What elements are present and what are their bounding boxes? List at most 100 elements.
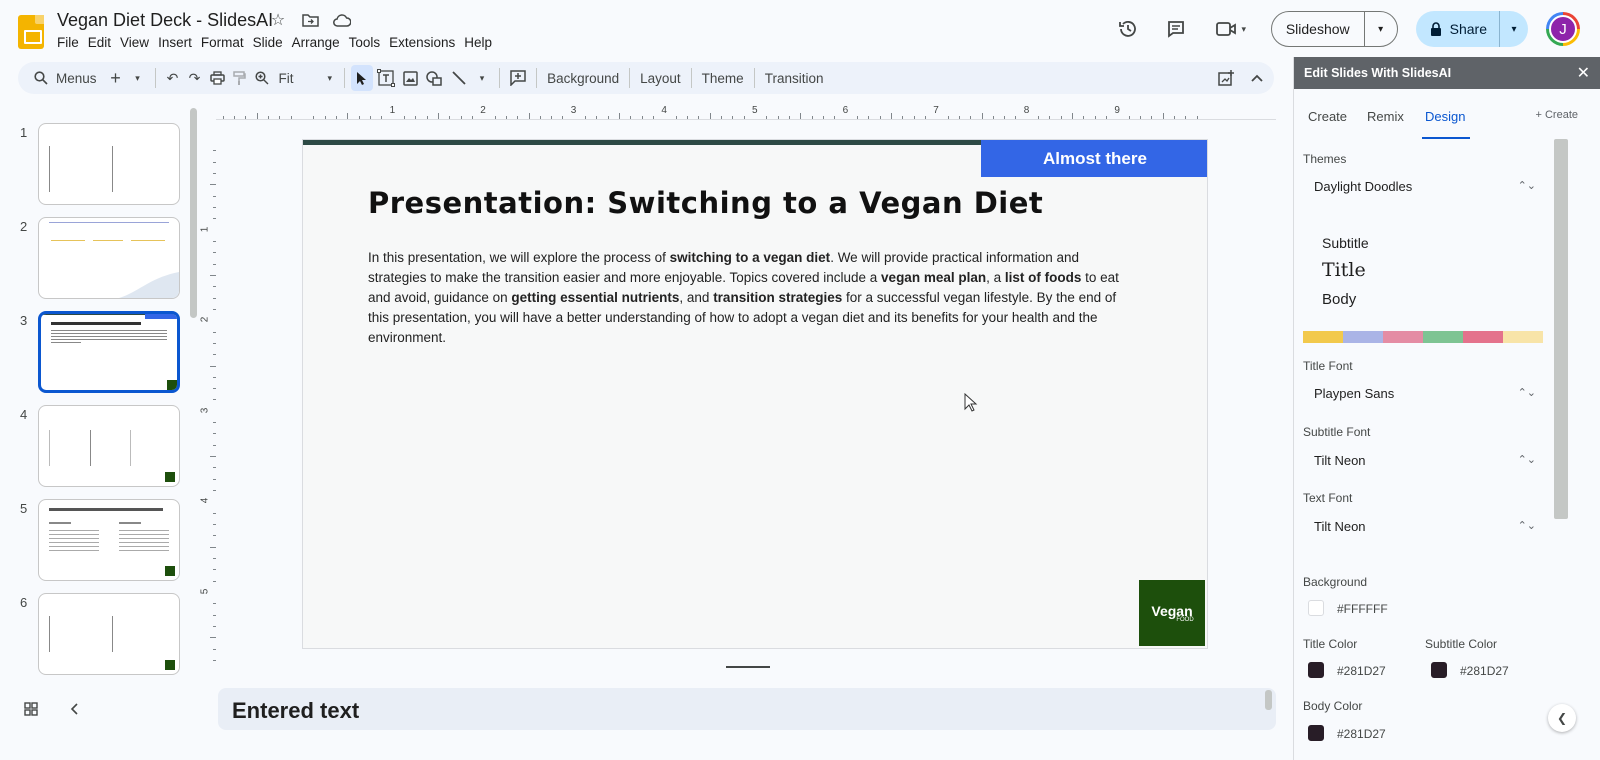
palette-swatch[interactable] xyxy=(1343,331,1383,343)
redo-icon[interactable]: ↷ xyxy=(184,65,206,91)
background-color-value[interactable]: #FFFFFF xyxy=(1337,602,1388,616)
slide-thumbnail[interactable] xyxy=(38,499,180,581)
slide-thumbnail[interactable] xyxy=(38,405,180,487)
title-font-select[interactable]: Playpen Sans ⌃⌄ xyxy=(1314,386,1536,401)
toolbar-divider xyxy=(536,68,538,88)
menu-slide[interactable]: Slide xyxy=(253,35,291,50)
tab-create[interactable]: Create xyxy=(1308,109,1347,124)
tab-remix[interactable]: Remix xyxy=(1367,109,1404,124)
slide-body[interactable]: In this presentation, we will explore th… xyxy=(368,248,1128,348)
paint-format-icon[interactable] xyxy=(229,65,251,91)
menu-format[interactable]: Format xyxy=(201,35,252,50)
filmstrip-item[interactable]: 3 xyxy=(0,311,200,395)
new-slide-icon[interactable]: + xyxy=(105,65,127,91)
slide-title[interactable]: Presentation: Switching to a Vegan Diet xyxy=(368,186,1043,220)
slide-thumbnail[interactable] xyxy=(38,123,180,205)
select-cursor-icon[interactable] xyxy=(351,65,374,91)
move-folder-icon[interactable] xyxy=(300,10,320,30)
notes-resize-handle[interactable] xyxy=(726,666,770,668)
themes-select[interactable]: Daylight Doodles ⌃⌄ xyxy=(1314,179,1536,194)
menu-help[interactable]: Help xyxy=(464,35,500,50)
star-icon[interactable]: ☆ xyxy=(268,10,288,30)
slide-thumbnail[interactable] xyxy=(38,217,180,299)
add-comment-icon[interactable] xyxy=(506,65,530,91)
new-slide-dropdown-icon[interactable]: ▾ xyxy=(127,65,149,91)
logo-subtext: FOOD xyxy=(1176,617,1194,623)
print-icon[interactable] xyxy=(206,65,229,91)
undo-icon[interactable]: ↶ xyxy=(162,65,184,91)
slide-badge[interactable]: Almost there xyxy=(981,140,1207,177)
menu-view[interactable]: View xyxy=(120,35,157,50)
subtitle-color-swatch[interactable] xyxy=(1431,662,1447,678)
palette-swatch[interactable] xyxy=(1383,331,1423,343)
menu-arrange[interactable]: Arrange xyxy=(292,35,348,50)
insert-chart-icon[interactable] xyxy=(1214,65,1238,91)
filmstrip-controls xyxy=(24,702,78,721)
zoom-icon[interactable] xyxy=(251,65,273,91)
meet-video-icon[interactable]: ▾ xyxy=(1209,14,1253,44)
palette-swatch[interactable] xyxy=(1423,331,1463,343)
line-dropdown-icon[interactable]: ▾ xyxy=(471,65,493,91)
share-button[interactable]: Share xyxy=(1416,11,1500,47)
menu-search[interactable]: Menus xyxy=(24,65,105,91)
slide-number: 6 xyxy=(20,595,28,610)
filmstrip-item[interactable]: 1 xyxy=(0,123,200,207)
palette-swatch[interactable] xyxy=(1503,331,1543,343)
layout-button[interactable]: Layout xyxy=(636,71,685,86)
ruler-tick xyxy=(947,116,949,119)
title-color-swatch[interactable] xyxy=(1308,662,1324,678)
slide-thumbnail-active[interactable] xyxy=(38,311,180,393)
text-box-icon[interactable] xyxy=(373,65,399,91)
menu-file[interactable]: File xyxy=(57,35,87,50)
menu-edit[interactable]: Edit xyxy=(88,35,119,50)
palette-swatch[interactable] xyxy=(1303,331,1343,343)
menu-extensions[interactable]: Extensions xyxy=(389,35,463,50)
collapse-panel-icon[interactable]: ❮ xyxy=(1548,704,1576,732)
insert-image-icon[interactable] xyxy=(399,65,422,91)
document-title[interactable]: Vegan Diet Deck - SlidesAI xyxy=(57,10,273,31)
slides-logo-icon[interactable] xyxy=(18,15,44,49)
grid-view-icon[interactable] xyxy=(24,702,38,721)
background-button[interactable]: Background xyxy=(543,71,623,86)
subtitle-font-select[interactable]: Tilt Neon ⌃⌄ xyxy=(1314,453,1536,468)
filmstrip-item[interactable]: 5 xyxy=(0,499,200,583)
subtitle-color-value[interactable]: #281D27 xyxy=(1460,664,1509,678)
panel-scrollbar[interactable] xyxy=(1554,139,1568,519)
theme-button[interactable]: Theme xyxy=(698,71,748,86)
avatar[interactable]: J xyxy=(1546,12,1580,46)
create-link[interactable]: + Create xyxy=(1536,109,1579,121)
tab-design[interactable]: Design xyxy=(1425,109,1465,124)
transition-button[interactable]: Transition xyxy=(761,71,828,86)
body-color-swatch[interactable] xyxy=(1308,725,1324,741)
line-icon[interactable] xyxy=(447,65,471,91)
speaker-notes-text[interactable]: Entered text xyxy=(232,698,359,724)
filmstrip-item[interactable]: 4 xyxy=(0,405,200,489)
slideshow-dropdown-icon[interactable]: ▾ xyxy=(1365,12,1397,46)
body-color-value[interactable]: #281D27 xyxy=(1337,727,1386,741)
close-icon[interactable]: ✕ xyxy=(1577,63,1590,83)
speaker-notes[interactable]: Entered text xyxy=(218,688,1276,730)
version-history-icon[interactable] xyxy=(1113,14,1143,44)
collapse-filmstrip-icon[interactable] xyxy=(70,702,78,721)
filmstrip-scrollbar[interactable] xyxy=(190,108,197,318)
filmstrip-item[interactable]: 6 xyxy=(0,593,200,677)
menu-tools[interactable]: Tools xyxy=(349,35,389,50)
subtitle-color-label: Subtitle Color xyxy=(1425,637,1498,651)
shape-icon[interactable] xyxy=(422,65,447,91)
background-color-swatch[interactable] xyxy=(1308,600,1324,616)
zoom-select[interactable]: Fit ▾ xyxy=(273,71,339,86)
comments-icon[interactable] xyxy=(1161,14,1191,44)
slide-thumbnail[interactable] xyxy=(38,593,180,675)
palette-swatch[interactable] xyxy=(1463,331,1503,343)
title-color-value[interactable]: #281D27 xyxy=(1337,664,1386,678)
menu-insert[interactable]: Insert xyxy=(158,35,200,50)
cloud-status-icon[interactable] xyxy=(332,10,352,30)
filmstrip-item[interactable]: 2 xyxy=(0,217,200,301)
collapse-menus-icon[interactable] xyxy=(1246,65,1268,91)
text-font-select[interactable]: Tilt Neon ⌃⌄ xyxy=(1314,519,1536,534)
slide-canvas[interactable]: Almost there Presentation: Switching to … xyxy=(302,139,1208,649)
vegan-food-logo[interactable]: Vegan FOOD xyxy=(1139,580,1205,646)
share-dropdown-icon[interactable]: ▾ xyxy=(1500,11,1528,47)
notes-scrollbar[interactable] xyxy=(1265,690,1272,710)
slideshow-button[interactable]: Slideshow xyxy=(1272,12,1365,46)
